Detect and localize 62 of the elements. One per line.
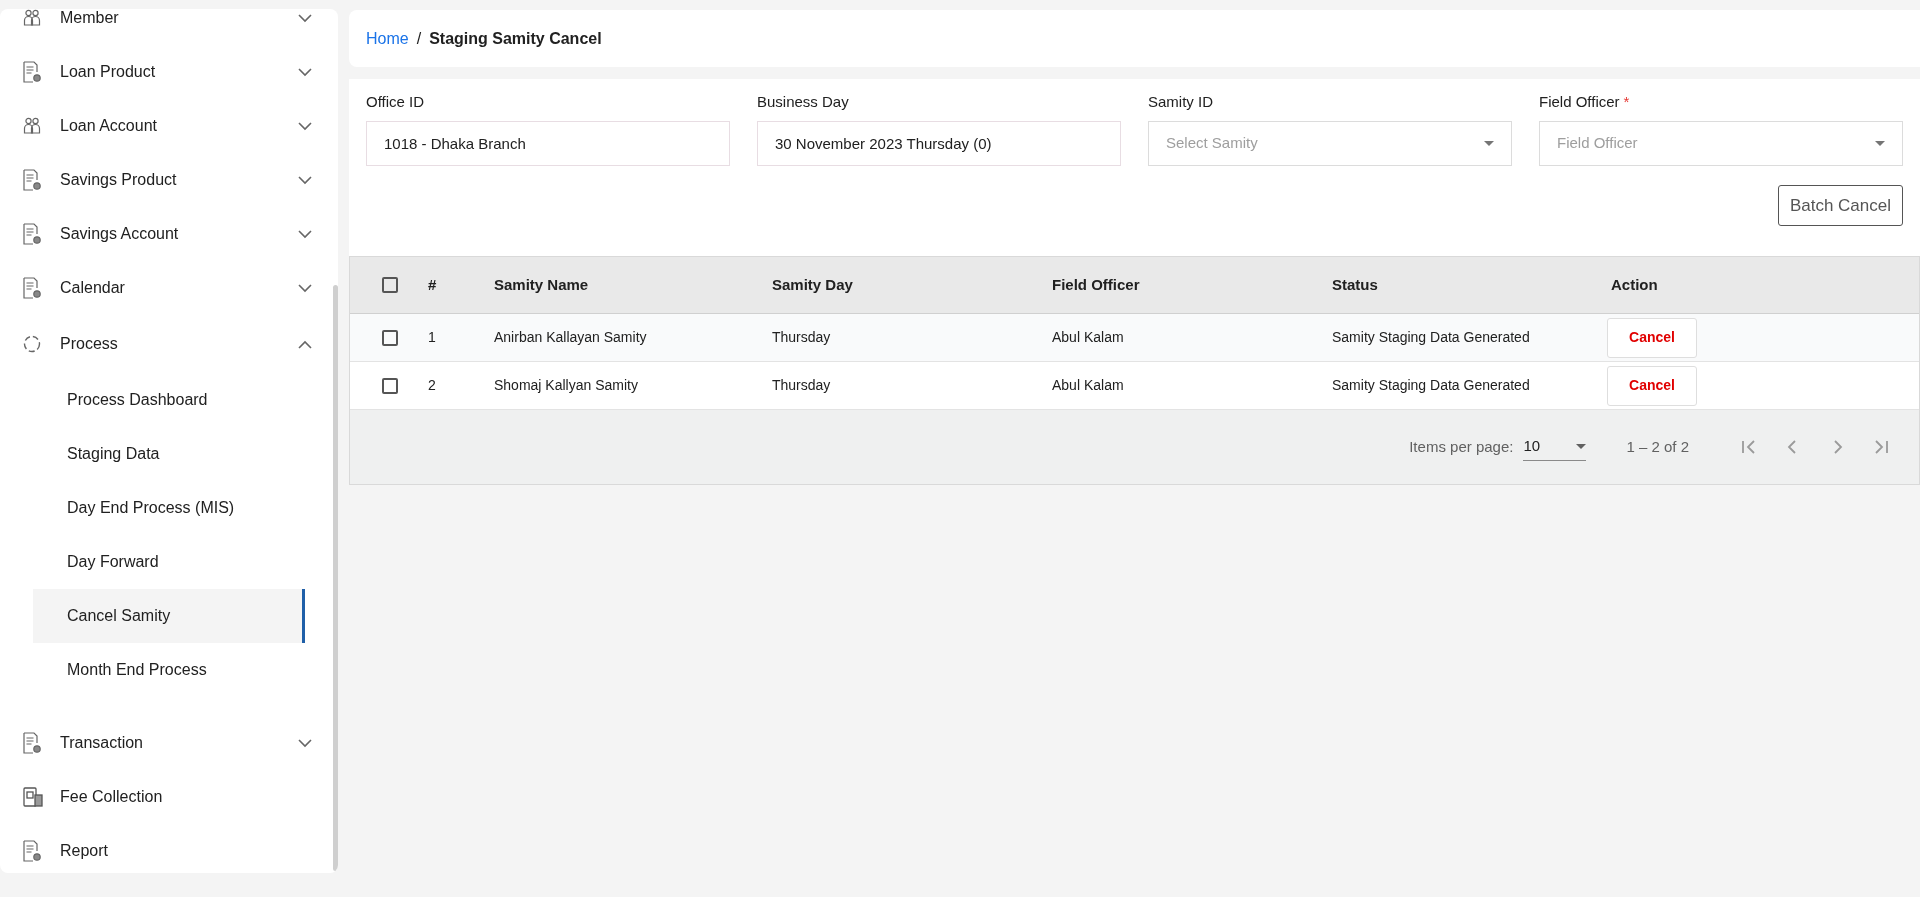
- home-link[interactable]: Home: [366, 26, 409, 51]
- caret-icon: [1875, 141, 1885, 146]
- sidebar-item[interactable]: Savings Product: [0, 153, 326, 207]
- sidebar-item[interactable]: Savings Account: [0, 207, 326, 261]
- batch-cancel-button[interactable]: Batch Cancel: [1777, 185, 1903, 226]
- column-header: Samity Day: [772, 274, 854, 295]
- column-header: Field Officer: [1052, 274, 1141, 295]
- column-header: Action: [1611, 274, 1658, 295]
- cancel-button[interactable]: Cancel: [1607, 365, 1697, 406]
- input-field[interactable]: 30 November 2023 Thursday (0): [757, 121, 1121, 166]
- table-cell-text: 2: [428, 376, 437, 395]
- table-cell-text: Shomaj Kallyan Samity: [494, 376, 639, 395]
- submenu-item[interactable]: Staging Data: [33, 427, 305, 481]
- sidebar-item[interactable]: Fee Collection: [0, 770, 326, 824]
- cash-register-icon: [22, 786, 44, 808]
- submenu-item[interactable]: Month End Process: [33, 643, 305, 697]
- table-cell-text: Abul Kalam: [1052, 376, 1125, 395]
- table-cell-text: Anirban Kallayan Samity: [494, 328, 648, 347]
- scrollbar[interactable]: [333, 285, 338, 871]
- document-gear-icon: [22, 840, 44, 862]
- sidebar-item[interactable]: Loan Account: [0, 99, 326, 153]
- sidebar-item[interactable]: Process: [0, 315, 326, 373]
- page-range-text: 1 – 2 of 2: [1626, 436, 1689, 457]
- items-per-page-label: Items per page:: [1409, 436, 1514, 457]
- caret-icon: [1576, 444, 1587, 449]
- sidebar-item[interactable]: Calendar: [0, 261, 326, 315]
- field-label: Field Officer: [1539, 92, 1620, 111]
- table-cell-text: Thursday: [772, 376, 832, 395]
- column-header: #: [428, 274, 438, 295]
- table-cell-text: Abul Kalam: [1052, 328, 1125, 347]
- document-gear-icon: [22, 61, 44, 83]
- table-cell-text: Samity Staging Data Generated: [1332, 376, 1531, 395]
- document-gear-icon: [22, 277, 44, 299]
- submenu-item[interactable]: Day Forward: [33, 535, 305, 589]
- column-header: Samity Name: [494, 274, 590, 295]
- field-label: Samity ID: [1148, 92, 1213, 111]
- document-gear-icon: [22, 223, 44, 245]
- column-header: Status: [1332, 274, 1379, 295]
- caret-icon: [1484, 141, 1494, 146]
- checkbox[interactable]: [382, 377, 398, 394]
- field-label: Office ID: [366, 92, 425, 111]
- submenu-item[interactable]: Process Dashboard: [33, 373, 305, 427]
- sidebar-item[interactable]: Transaction: [0, 716, 326, 770]
- submenu-item[interactable]: Cancel Samity: [33, 589, 305, 643]
- document-gear-icon: [22, 169, 44, 191]
- document-gear-icon: [22, 732, 44, 754]
- breadcrumb-separator: /: [416, 28, 422, 49]
- page-title: Staging Samity Cancel: [429, 28, 602, 49]
- sidebar-item[interactable]: Member: [0, 9, 326, 45]
- checkbox[interactable]: [382, 329, 398, 346]
- table-cell-text: 1: [428, 328, 437, 347]
- sidebar-item[interactable]: Loan Product: [0, 45, 326, 99]
- cancel-button[interactable]: Cancel: [1607, 317, 1697, 358]
- input-field[interactable]: 1018 - Dhaka Branch: [366, 121, 730, 166]
- required-asterisk: *: [1623, 92, 1630, 111]
- checkbox[interactable]: [382, 277, 398, 293]
- page-size-select[interactable]: 10: [1523, 433, 1587, 461]
- sidebar-item[interactable]: Report: [0, 824, 326, 873]
- table-cell-text: Samity Staging Data Generated: [1332, 328, 1531, 347]
- submenu-item[interactable]: Day End Process (MIS): [33, 481, 305, 535]
- table-cell-text: Thursday: [772, 328, 832, 347]
- field-label: Business Day: [757, 92, 849, 111]
